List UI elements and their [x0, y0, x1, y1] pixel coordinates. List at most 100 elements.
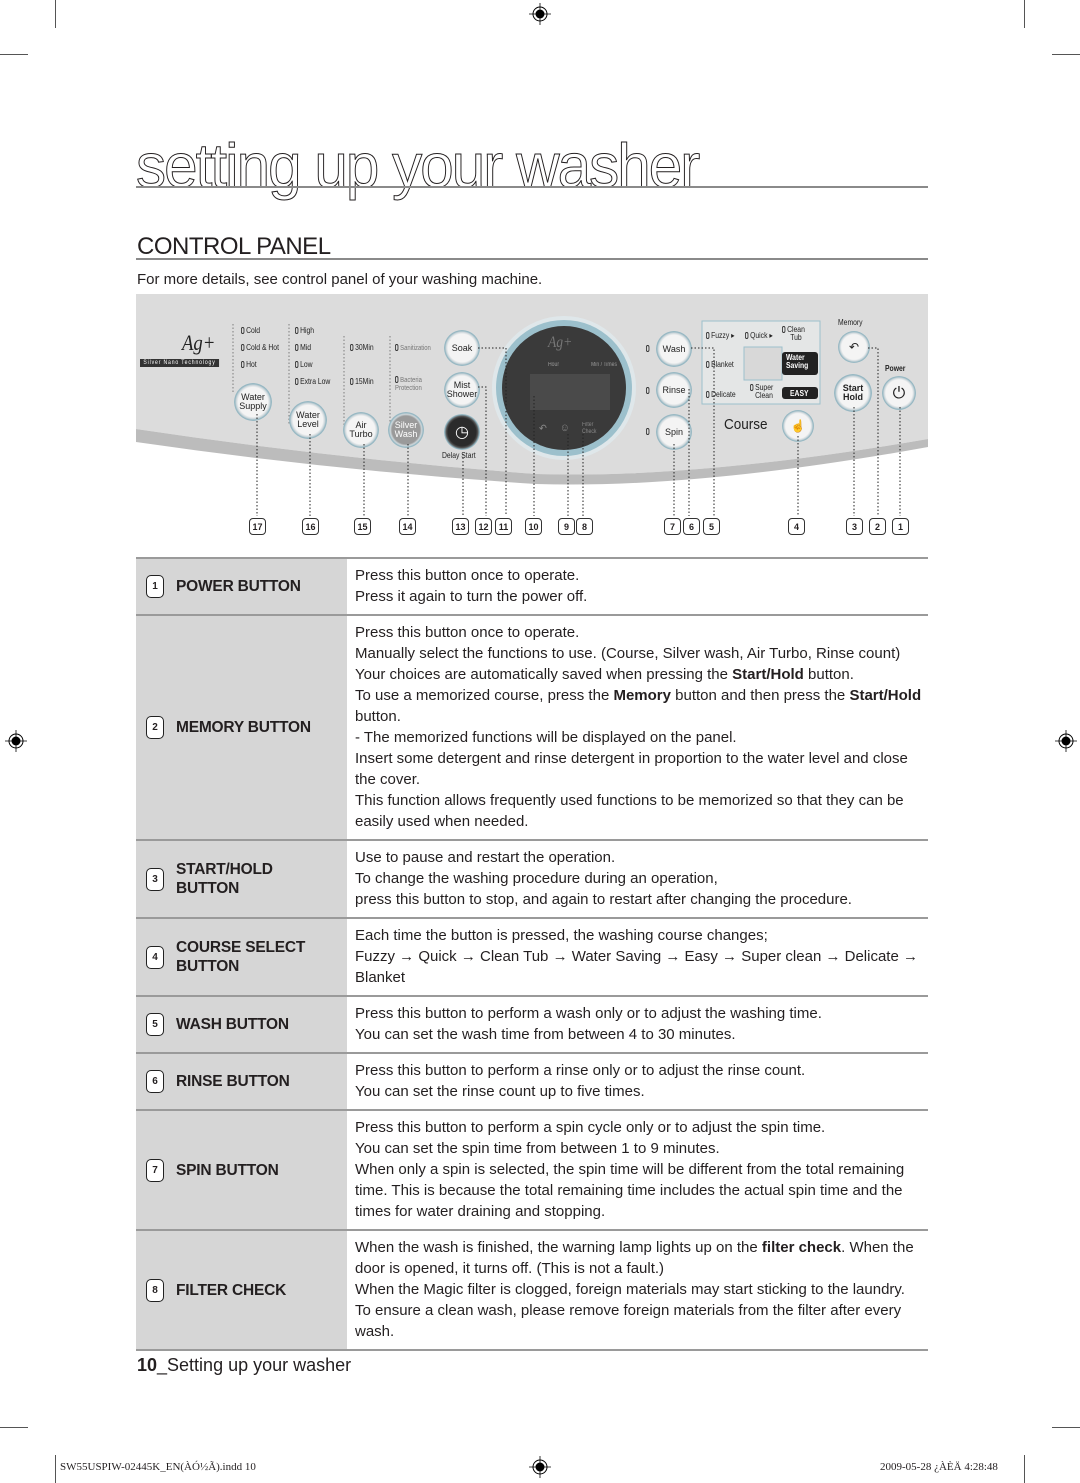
row-number-badge: 1 — [146, 575, 164, 598]
crop-mark — [1024, 1455, 1025, 1483]
callout-12: 12 — [475, 518, 492, 535]
description-line: - The memorized functions will be displa… — [355, 729, 737, 746]
description-line: Press this button to perform a spin cycl… — [355, 1119, 826, 1136]
row-description: Press this button once to operate. Manual… — [347, 616, 928, 839]
crop-mark — [55, 0, 56, 28]
description-line: To use a memorized course, press the Mem… — [355, 687, 922, 725]
row-description: Each time the button is pressed, the was… — [347, 919, 928, 995]
row-label: COURSE SELECT BUTTON — [176, 938, 305, 976]
button-description-table: 1 POWER BUTTON Press this button once to o… — [136, 557, 928, 1351]
row-label-cell: 7 SPIN BUTTON — [136, 1111, 347, 1229]
description-line: When the wash is finished, the warning l… — [355, 1239, 914, 1277]
row-label-cell: 5 WASH BUTTON — [136, 997, 347, 1052]
row-label-line: BUTTON — [176, 958, 240, 975]
registration-mark-icon — [1055, 730, 1077, 752]
page-footer: 10_Setting up your washer — [137, 1355, 351, 1376]
row-label-cell: 8 FILTER CHECK — [136, 1231, 347, 1349]
row-label-cell: 2 MEMORY BUTTON — [136, 616, 347, 839]
callout-14: 14 — [399, 518, 416, 535]
row-description: Press this button to perform a rinse onl… — [347, 1054, 928, 1109]
crop-mark — [0, 1427, 28, 1428]
description-line: Fuzzy → Quick → Clean Tub → Water Saving… — [355, 948, 918, 986]
registration-mark-icon — [529, 1456, 551, 1478]
row-label-cell: 4 COURSE SELECT BUTTON — [136, 919, 347, 995]
description-line: Insert some detergent and rinse detergen… — [355, 750, 908, 788]
row-label: WASH BUTTON — [176, 1015, 289, 1034]
description-line: To change the washing procedure during a… — [355, 870, 718, 887]
description-line: Manually select the functions to use. (C… — [355, 645, 901, 662]
callout-16: 16 — [302, 518, 319, 535]
callout-15: 15 — [354, 518, 371, 535]
section-rule — [136, 258, 928, 260]
row-label-line: WASH BUTTON — [176, 1016, 289, 1033]
row-description: When the wash is finished, the warning l… — [347, 1231, 928, 1349]
row-description: Press this button to perform a spin cycl… — [347, 1111, 928, 1229]
callout-4: 4 — [788, 518, 805, 535]
description-line: Use to pause and restart the operation. — [355, 849, 616, 866]
description-line: Your choices are automatically saved whe… — [355, 666, 854, 683]
row-number-badge: 2 — [146, 716, 164, 739]
page-footer-label: _Setting up your washer — [157, 1355, 352, 1375]
table-row: 3 START/HOLD BUTTON Use to pause and restar… — [136, 841, 928, 919]
title-rule — [136, 186, 928, 188]
page-number: 10 — [137, 1355, 158, 1375]
table-row: 2 MEMORY BUTTON Press this button once to … — [136, 616, 928, 841]
row-number-badge: 3 — [146, 867, 164, 891]
row-description: Press this button once to operate. Press … — [347, 559, 928, 614]
crop-mark — [55, 1455, 56, 1483]
table-row: 5 WASH BUTTON Press this button to perform… — [136, 997, 928, 1054]
callout-1: 1 — [892, 518, 909, 535]
row-label-cell: 1 POWER BUTTON — [136, 559, 347, 614]
row-label-line: COURSE SELECT — [176, 939, 306, 956]
table-row: 6 RINSE BUTTON Press this button to perfor… — [136, 1054, 928, 1111]
registration-mark-icon — [529, 3, 551, 25]
description-line: You can set the spin time from between 1… — [355, 1140, 720, 1157]
row-label: POWER BUTTON — [176, 577, 301, 596]
table-row: 1 POWER BUTTON Press this button once to o… — [136, 559, 928, 616]
registration-mark-icon — [5, 730, 27, 752]
emphasis: filter check — [761, 1239, 842, 1256]
row-number-badge: 7 — [146, 1158, 164, 1182]
emphasis: Memory — [613, 687, 671, 704]
section-title: CONTROL PANEL — [137, 233, 331, 260]
control-panel-diagram: Ag+ Silver Nano Technology Cold Cold & H… — [136, 294, 928, 548]
description-line: This function allows frequently used fun… — [355, 792, 904, 830]
row-label-line: START/HOLD — [176, 861, 273, 878]
row-description: Press this button to perform a wash only… — [347, 997, 928, 1052]
callout-2: 2 — [869, 518, 886, 535]
row-number-badge: 6 — [146, 1070, 164, 1093]
table-row: 8 FILTER CHECK When the wash is finished, … — [136, 1231, 928, 1351]
page-title-text: setting up your washer — [136, 132, 701, 201]
description-line: When the Magic filter is clogged, foreig… — [355, 1281, 905, 1340]
callout-9: 9 — [558, 518, 575, 535]
crop-mark — [0, 54, 28, 55]
row-label-line: POWER BUTTON — [176, 578, 301, 595]
row-label: RINSE BUTTON — [176, 1072, 290, 1091]
description-line: Each time the button is pressed, the was… — [355, 927, 768, 944]
description-line: When only a spin is selected, the spin t… — [355, 1161, 905, 1220]
row-label-line: RINSE BUTTON — [176, 1073, 290, 1090]
row-label-line: MEMORY BUTTON — [176, 719, 311, 736]
description-line: Press this button once to operate. — [355, 624, 580, 641]
callout-10: 10 — [525, 518, 542, 535]
crop-mark — [1024, 0, 1025, 28]
row-label-line: FILTER CHECK — [176, 1281, 287, 1299]
callout-3: 3 — [846, 518, 863, 535]
emphasis: Start/Hold — [732, 666, 804, 683]
row-label-line: BUTTON — [176, 880, 240, 897]
description-line: Press this button once to operate. — [355, 567, 580, 584]
row-label: MEMORY BUTTON — [176, 718, 311, 737]
callout-5: 5 — [703, 518, 720, 535]
intro-text: For more details, see control panel of y… — [137, 271, 543, 288]
description-line: Press this button to perform a rinse onl… — [355, 1062, 806, 1079]
print-slug-timestamp: 2009-05-28 ¿ÀÈÄ 4:28:48 — [880, 1461, 998, 1473]
row-number-badge: 4 — [146, 945, 164, 969]
row-label-cell: 6 RINSE BUTTON — [136, 1054, 347, 1109]
row-number-badge: 5 — [146, 1013, 164, 1036]
callout-lines — [256, 347, 901, 516]
print-slug-filename: SW55USPIW-02445K_EN(ÀÓ½Ã).indd 10 — [60, 1461, 256, 1473]
row-label-cell: 3 START/HOLD BUTTON — [136, 841, 347, 917]
callout-11: 11 — [495, 518, 512, 535]
callout-8: 8 — [576, 518, 593, 535]
table-row: 7 SPIN BUTTON Press this button to perform… — [136, 1111, 928, 1231]
